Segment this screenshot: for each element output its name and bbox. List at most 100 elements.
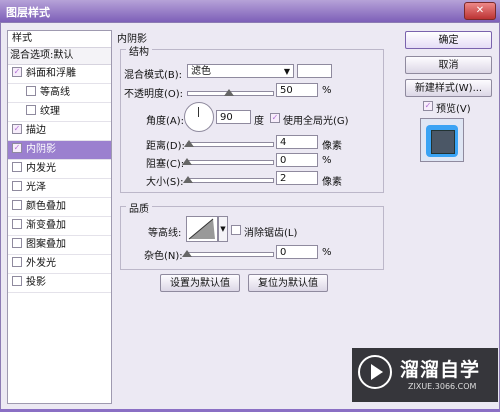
style-item-checkbox[interactable]: ✓	[12, 67, 22, 77]
style-item-checkbox[interactable]	[12, 257, 22, 267]
choke-input[interactable]: 0	[276, 153, 318, 167]
style-item[interactable]: 内发光	[8, 160, 111, 179]
size-slider[interactable]	[187, 178, 274, 183]
contour-picker[interactable]	[186, 216, 218, 242]
quality-title: 品质	[126, 200, 152, 215]
angle-dial[interactable]	[184, 102, 214, 132]
style-item-label: 光泽	[26, 182, 46, 193]
style-item[interactable]: 纹理	[8, 103, 111, 122]
choke-label: 阻塞(C):	[146, 159, 185, 170]
watermark-title: 溜溜自学	[400, 359, 481, 381]
style-item[interactable]: 颜色叠加	[8, 198, 111, 217]
style-item[interactable]: ✓ 描边	[8, 122, 111, 141]
contour-curve-icon	[188, 218, 215, 240]
choke-slider[interactable]	[187, 160, 274, 165]
style-item-label: 投影	[26, 277, 46, 288]
preview-shape-core	[431, 130, 455, 154]
blend-mode-value: 滤色	[191, 66, 211, 77]
contour-label: 等高线:	[148, 228, 182, 239]
style-item-checkbox[interactable]: ✓	[12, 124, 22, 134]
noise-unit: %	[322, 247, 332, 258]
distance-slider[interactable]	[187, 142, 274, 147]
style-item-label: 内阴影	[26, 144, 56, 155]
cancel-button[interactable]: 取消	[405, 56, 492, 74]
style-item[interactable]: 等高线	[8, 84, 111, 103]
title-bar[interactable]: 图层样式 ✕	[0, 0, 500, 22]
angle-label: 角度(A):	[146, 116, 185, 127]
opacity-input[interactable]: 50	[276, 83, 318, 97]
style-item-checkbox[interactable]	[26, 86, 36, 96]
size-label: 大小(S):	[146, 177, 184, 188]
distance-slider-thumb[interactable]	[184, 140, 194, 147]
style-item-label: 渐变叠加	[26, 220, 66, 231]
style-item-label: 纹理	[40, 106, 60, 117]
anti-alias-label: 消除锯齿(L)	[244, 228, 298, 239]
set-default-button[interactable]: 设置为默认值	[160, 274, 240, 292]
watermark: 溜溜自学 ZIXUE.3066.COM	[352, 348, 498, 402]
chevron-down-icon: ▼	[283, 67, 290, 76]
style-item-checkbox[interactable]	[12, 238, 22, 248]
blend-mode-label: 混合模式(B):	[124, 70, 183, 81]
ok-button[interactable]: 确定	[405, 31, 492, 49]
style-preview-thumbnail	[420, 118, 464, 162]
contour-dropdown-icon[interactable]: ▼	[218, 216, 228, 242]
global-light-checkbox[interactable]: ✓	[270, 113, 280, 123]
structure-title: 结构	[126, 43, 152, 58]
watermark-subtitle: ZIXUE.3066.COM	[408, 382, 477, 391]
play-logo-icon	[358, 355, 392, 389]
global-light-label: 使用全局光(G)	[283, 116, 349, 127]
style-item[interactable]: 投影	[8, 274, 111, 293]
style-item-label: 等高线	[40, 87, 70, 98]
style-item-checkbox[interactable]	[12, 181, 22, 191]
size-slider-thumb[interactable]	[183, 176, 193, 183]
style-item-checkbox[interactable]	[12, 276, 22, 286]
noise-slider-thumb[interactable]	[182, 250, 192, 257]
style-item-checkbox[interactable]	[12, 219, 22, 229]
size-input[interactable]: 2	[276, 171, 318, 185]
style-item[interactable]: 图案叠加	[8, 236, 111, 255]
choke-slider-thumb[interactable]	[182, 158, 192, 165]
style-item-label: 描边	[26, 125, 46, 136]
play-triangle-icon	[371, 364, 383, 380]
style-item-label: 颜色叠加	[26, 201, 66, 212]
preview-checkbox[interactable]: ✓	[423, 101, 433, 111]
style-item[interactable]: ✓ 内阴影	[8, 141, 111, 160]
style-item-checkbox[interactable]	[26, 105, 36, 115]
blend-mode-select[interactable]: 滤色 ▼	[187, 64, 294, 78]
blend-options-item[interactable]: 混合选项:默认	[8, 48, 111, 65]
styles-header[interactable]: 样式	[8, 31, 111, 48]
style-item-checkbox[interactable]	[12, 162, 22, 172]
style-item[interactable]: 外发光	[8, 255, 111, 274]
noise-slider[interactable]	[187, 252, 274, 257]
style-item[interactable]: ✓ 斜面和浮雕	[8, 65, 111, 84]
noise-input[interactable]: 0	[276, 245, 318, 259]
distance-unit: 像素	[322, 141, 342, 152]
style-item-checkbox[interactable]	[12, 200, 22, 210]
style-item[interactable]: 渐变叠加	[8, 217, 111, 236]
style-item-label: 外发光	[26, 258, 56, 269]
window-title: 图层样式	[6, 6, 50, 19]
new-style-button[interactable]: 新建样式(W)...	[405, 79, 492, 97]
angle-dial-needle	[198, 107, 199, 117]
style-item-checkbox[interactable]: ✓	[12, 143, 22, 153]
size-unit: 像素	[322, 177, 342, 188]
choke-unit: %	[322, 155, 332, 166]
opacity-label: 不透明度(O):	[124, 89, 184, 100]
anti-alias-checkbox[interactable]	[231, 225, 241, 235]
angle-input[interactable]: 90	[216, 110, 251, 124]
distance-label: 距离(D):	[146, 141, 185, 152]
preview-label: 预览(V)	[436, 104, 471, 115]
noise-label: 杂色(N):	[144, 251, 183, 262]
opacity-unit: %	[322, 85, 332, 96]
style-item-label: 斜面和浮雕	[26, 68, 76, 79]
distance-input[interactable]: 4	[276, 135, 318, 149]
style-item-label: 图案叠加	[26, 239, 66, 250]
opacity-slider-thumb[interactable]	[224, 89, 234, 96]
style-item-label: 内发光	[26, 163, 56, 174]
style-item[interactable]: 光泽	[8, 179, 111, 198]
angle-unit: 度	[254, 116, 264, 127]
preview-shape	[426, 125, 458, 157]
reset-default-button[interactable]: 复位为默认值	[248, 274, 328, 292]
close-button[interactable]: ✕	[464, 2, 496, 20]
blend-color-swatch[interactable]	[297, 64, 332, 78]
